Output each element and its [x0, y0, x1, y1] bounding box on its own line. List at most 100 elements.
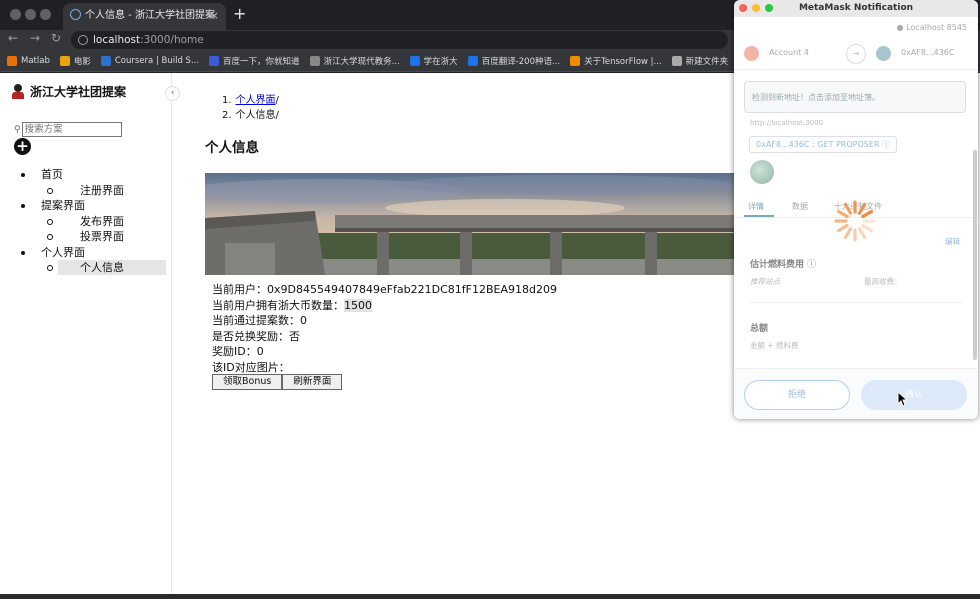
bookmark-item[interactable]: 浙江大学现代教务... — [309, 55, 400, 67]
confirm-button[interactable]: 确认 — [861, 380, 967, 410]
breadcrumb-separator: / — [275, 110, 279, 121]
from-account[interactable]: Account 4 — [769, 48, 809, 57]
metamask-notification-window: MetaMask Notification ● Localhost 8545 A… — [734, 0, 978, 419]
back-arrow-icon[interactable]: ← — [8, 31, 18, 45]
breadcrumb-link[interactable]: 个人界面 — [236, 95, 276, 106]
tab-data[interactable]: 数据 — [792, 201, 808, 212]
network-icon: ● — [896, 23, 907, 32]
bookmark-favicon-icon — [59, 55, 70, 66]
submenu-item[interactable]: 注册界面 — [0, 183, 172, 199]
spinner-segment — [857, 227, 867, 240]
submenu-item-selected[interactable]: 个人信息 — [0, 260, 172, 276]
mm-zoom-dot[interactable] — [765, 4, 773, 12]
amount-plus-gas-label: 金额 + 燃料费 — [750, 341, 799, 350]
mm-close-dot[interactable] — [739, 4, 747, 12]
bookmark-item[interactable]: 关于TensorFlow |... — [570, 55, 662, 67]
account-row: Account 4 → 0xAF8...436C — [734, 38, 978, 70]
bookmark-item[interactable]: 新建文件夹 — [671, 55, 729, 67]
arrow-right-icon: → — [846, 44, 866, 64]
background-window-strip — [0, 594, 980, 599]
gas-fee-label: 估计燃料费用 ⓘ — [750, 257, 816, 270]
site-info-icon[interactable] — [78, 35, 88, 45]
search-input[interactable] — [21, 122, 122, 137]
reload-icon[interactable]: ↻ — [51, 31, 61, 45]
bookmark-label: 新建文件夹 — [685, 56, 729, 67]
claim-bonus-button[interactable]: 领取Bonus — [212, 374, 283, 390]
site-suggested-label: 推荐站点 — [750, 277, 780, 286]
spinner-segment — [861, 223, 874, 233]
bookmark-label: 百度一下，你就知道 — [223, 56, 300, 67]
url-host: localhost — [93, 34, 141, 46]
metamask-title: MetaMask Notification — [798, 3, 914, 13]
bookmark-label: 关于TensorFlow |... — [584, 56, 662, 67]
add-button[interactable]: + — [14, 138, 31, 155]
current-user-address: 0x9D845549407849eFfab221DC81fF12BEA918d2… — [267, 283, 557, 296]
bookmark-item[interactable]: 学在浙大 — [409, 55, 458, 67]
request-origin: http://localhost:3000 — [750, 119, 824, 127]
reward-image-label: 该ID对应图片： — [212, 360, 290, 374]
contract-method-pill: 0xAF8...436C : GET PROPOSER ⓘ — [749, 136, 897, 153]
spinner-segment — [861, 209, 874, 219]
forward-arrow-icon[interactable]: → — [30, 31, 40, 45]
window-close-dot[interactable] — [10, 9, 21, 20]
browser-tab[interactable]: 个人信息 - 浙江大学社团提案 × — [63, 3, 226, 30]
sidebar-menu: 首页 注册界面 提案界面 发布界面 投票界面个人界面 个人信息 — [0, 167, 172, 276]
tab-close-icon[interactable]: × — [210, 3, 219, 28]
breadcrumb-item: 2. 个人信息/ — [222, 108, 279, 123]
search-box: ⚲ — [14, 122, 122, 137]
tab-details[interactable]: 详情 — [748, 201, 764, 212]
token-balance-label: 当前用户拥有浙大币数量： — [212, 298, 344, 312]
metamask-scrollbar[interactable] — [973, 150, 977, 360]
reward-redeemed-value: 否 — [289, 329, 300, 343]
mouse-cursor-icon — [897, 391, 909, 407]
bookmark-item[interactable]: Coursera | Build S... — [100, 55, 199, 66]
refresh-page-button[interactable]: 刷新界面 — [282, 374, 343, 390]
bookmark-favicon-icon — [100, 55, 111, 66]
bookmark-item[interactable]: 百度翻译-200种语... — [467, 55, 561, 67]
edit-link[interactable]: 编辑 — [945, 236, 960, 247]
contract-identicon-icon — [750, 160, 774, 184]
passed-proposals-value: 0 — [300, 314, 307, 327]
menu-item[interactable]: 首页 — [0, 167, 172, 183]
to-identicon-icon — [876, 46, 891, 61]
spinner-segment — [836, 209, 849, 219]
window-minimize-dot[interactable] — [25, 9, 36, 20]
submenu-item[interactable]: 发布界面 — [0, 214, 172, 230]
total-label: 总额 — [750, 324, 769, 334]
address-bar[interactable]: localhost:3000/home ⇧ — [71, 31, 790, 49]
breadcrumb-current: 个人信息 — [235, 110, 276, 121]
new-address-notice[interactable]: 检测到新地址！点击添加至地址簿。 — [744, 81, 966, 113]
network-indicator[interactable]: ● Localhost 8545 — [897, 23, 967, 32]
current-user-row: 当前用户：0x9D845549407849eFfab221DC81fF12BEA… — [212, 282, 557, 298]
menu-item[interactable]: 个人界面 — [0, 245, 172, 261]
collapse-sidebar-button[interactable]: ‹ — [165, 86, 180, 101]
submenu-item[interactable]: 投票界面 — [0, 229, 172, 245]
from-identicon-icon — [744, 46, 759, 61]
reject-button[interactable]: 拒绝 — [744, 380, 850, 410]
app-logo: 浙江大学社团提案 — [11, 83, 126, 100]
to-address[interactable]: 0xAF8...436C — [901, 48, 954, 57]
window-zoom-dot[interactable] — [40, 9, 51, 20]
bookmark-item[interactable]: Matlab — [7, 55, 50, 66]
new-tab-button[interactable]: + — [233, 4, 246, 23]
metamask-footer: 拒绝 确认 — [734, 368, 978, 419]
menu-item[interactable]: 提案界面 — [0, 198, 172, 214]
submenu-label: 个人信息 — [80, 261, 124, 274]
campus-gate-image — [205, 173, 735, 275]
bookmark-label: 百度翻译-200种语... — [481, 56, 561, 67]
max-fee-label: 最高收费： — [864, 277, 902, 286]
mm-minimize-dot[interactable] — [752, 4, 760, 12]
bookmark-label: 电影 — [73, 56, 91, 67]
spinner-segment — [836, 223, 849, 233]
breadcrumb: 1. 个人界面/2. 个人信息/ — [222, 93, 279, 123]
url-path: :3000/home — [140, 34, 204, 46]
current-user-label: 当前用户： — [212, 283, 267, 296]
bookmark-label: 浙江大学现代教务... — [323, 56, 400, 67]
app-title: 浙江大学社团提案 — [30, 85, 127, 99]
submenu-label: 投票界面 — [80, 230, 124, 243]
bookmark-item[interactable]: 百度一下，你就知道 — [209, 55, 300, 67]
loading-spinner-icon — [834, 200, 876, 242]
passed-proposals-row: 当前通过提案数：0 — [212, 313, 557, 329]
bookmark-favicon-icon — [671, 55, 682, 66]
bookmark-item[interactable]: 电影 — [59, 55, 91, 67]
